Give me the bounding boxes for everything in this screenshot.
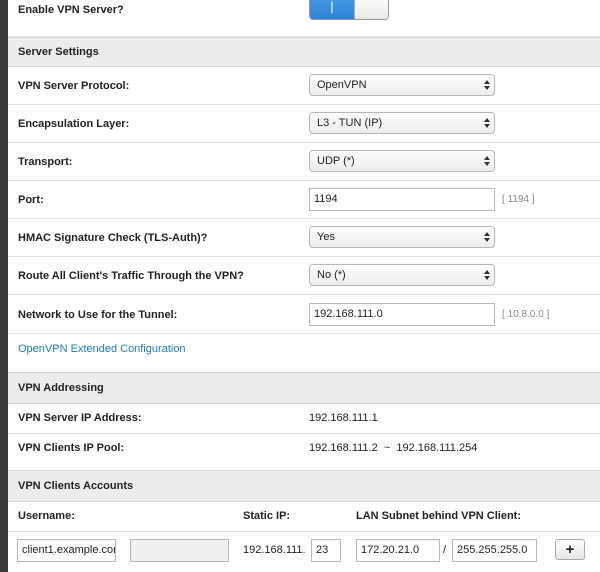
static-ip-suffix-input[interactable]: 23 xyxy=(311,539,341,562)
enable-vpn-label: Enable VPN Server? xyxy=(18,4,124,16)
hmac-select[interactable]: Yes xyxy=(309,226,495,248)
server-settings-header: Server Settings xyxy=(8,37,600,67)
extended-config-link[interactable]: OpenVPN Extended Configuration xyxy=(18,343,186,355)
route-row: Route All Client's Traffic Through the V… xyxy=(8,257,600,295)
col-username: Username: xyxy=(18,510,75,522)
extended-config-row: OpenVPN Extended Configuration xyxy=(8,334,600,372)
ip-pool-label: VPN Clients IP Pool: xyxy=(18,442,125,454)
select-arrows-icon xyxy=(484,117,490,129)
encapsulation-row: Encapsulation Layer: L3 - TUN (IP) xyxy=(8,105,600,143)
route-label: Route All Client's Traffic Through the V… xyxy=(18,270,244,282)
network-default-hint: [ 10.8.0.0 ] xyxy=(502,309,550,320)
route-value: No (*) xyxy=(317,269,346,281)
toggle-on-side: | xyxy=(310,0,354,19)
route-select[interactable]: No (*) xyxy=(309,264,495,286)
select-arrows-icon xyxy=(484,79,490,91)
hmac-row: HMAC Signature Check (TLS-Auth)? Yes xyxy=(8,219,600,257)
lan-subnet-mask-input[interactable]: 255.255.255.0 xyxy=(452,539,537,562)
network-row: Network to Use for the Tunnel: 192.168.1… xyxy=(8,295,600,334)
select-arrows-icon xyxy=(484,155,490,167)
select-arrows-icon xyxy=(484,231,490,243)
ip-pool-row: VPN Clients IP Pool: 192.168.111.2 ~ 192… xyxy=(8,434,600,470)
password-input[interactable] xyxy=(130,539,229,562)
protocol-select[interactable]: OpenVPN xyxy=(309,74,495,96)
clients-accounts-title: VPN Clients Accounts xyxy=(18,480,134,492)
ip-pool-value: 192.168.111.2 ~ 192.168.111.254 xyxy=(309,442,478,454)
add-account-button[interactable]: + xyxy=(555,539,585,560)
port-default-hint: [ 1194 ] xyxy=(502,194,535,205)
encapsulation-label: Encapsulation Layer: xyxy=(18,118,130,130)
transport-value: UDP (*) xyxy=(317,155,355,167)
protocol-value: OpenVPN xyxy=(317,79,367,91)
port-input[interactable]: 1194 xyxy=(309,188,495,211)
server-ip-row: VPN Server IP Address: 192.168.111.1 xyxy=(8,404,600,434)
vpn-addressing-title: VPN Addressing xyxy=(18,382,104,394)
hmac-value: Yes xyxy=(317,231,335,243)
server-ip-label: VPN Server IP Address: xyxy=(18,412,142,424)
server-settings-title: Server Settings xyxy=(18,46,99,58)
static-ip-prefix: 192.168.111. xyxy=(243,544,306,556)
select-arrows-icon xyxy=(484,269,490,281)
port-row: Port: 1194 [ 1194 ] xyxy=(8,181,600,219)
col-static-ip: Static IP: xyxy=(243,510,291,522)
vpn-addressing-header: VPN Addressing xyxy=(8,372,600,404)
protocol-label: VPN Server Protocol: xyxy=(18,80,130,92)
toggle-off-side xyxy=(354,0,388,19)
enable-vpn-toggle[interactable]: | xyxy=(309,0,389,20)
username-input[interactable]: client1.example.com xyxy=(17,539,116,562)
subnet-slash: / xyxy=(443,544,447,556)
network-input[interactable]: 192.168.111.0 xyxy=(309,303,495,326)
encapsulation-select[interactable]: L3 - TUN (IP) xyxy=(309,112,495,134)
transport-select[interactable]: UDP (*) xyxy=(309,150,495,172)
clients-accounts-header: VPN Clients Accounts xyxy=(8,470,600,502)
encapsulation-value: L3 - TUN (IP) xyxy=(317,117,383,129)
vpn-server-panel: Enable VPN Server? | Server Settings VPN… xyxy=(8,0,600,572)
transport-row: Transport: UDP (*) xyxy=(8,143,600,181)
lan-subnet-ip-input[interactable]: 172.20.21.0 xyxy=(356,539,440,562)
accounts-column-headers: Username: Static IP: LAN Subnet behind V… xyxy=(8,502,600,532)
protocol-row: VPN Server Protocol: OpenVPN xyxy=(8,67,600,105)
hmac-label: HMAC Signature Check (TLS-Auth)? xyxy=(18,232,208,244)
col-lan-subnet: LAN Subnet behind VPN Client: xyxy=(356,510,521,522)
enable-vpn-row: Enable VPN Server? | xyxy=(8,0,600,37)
server-ip-value: 192.168.111.1 xyxy=(309,412,378,424)
port-label: Port: xyxy=(18,194,44,206)
transport-label: Transport: xyxy=(18,156,73,168)
network-label: Network to Use for the Tunnel: xyxy=(18,309,178,321)
